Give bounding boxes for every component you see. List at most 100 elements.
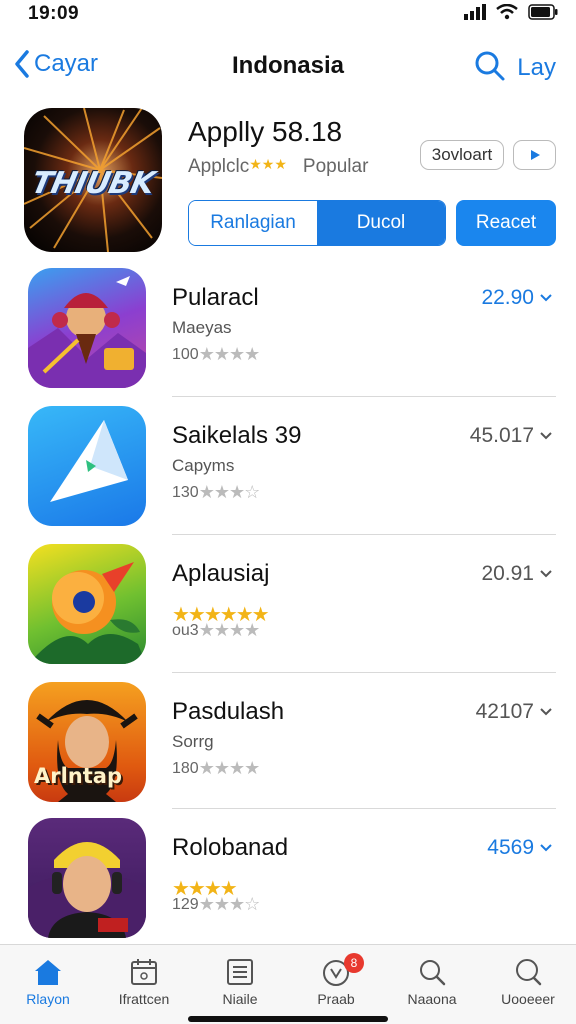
star-rating-icon: ★★★★ [198,620,261,640]
featured-subtitle-left: Applclc [188,156,250,177]
hero-fire-icon [28,268,146,388]
search-icon [516,959,542,986]
featured-icon-text: THIUBK [28,166,157,201]
rating-count: 130 [172,483,199,501]
app-rating: 129 ★★★☆ [172,894,261,915]
paper-plane-icon [28,406,146,526]
app-name: Pasdulash [172,698,285,725]
app-category: Maeyas [172,318,232,337]
list-item[interactable]: Saikelals 39 Capyms 130 ★★★☆ 45.017 [0,406,576,536]
tab-search[interactable]: Naaona [384,945,480,1024]
orange-bird-icon [28,544,146,664]
chevron-down-icon [540,432,552,440]
app-name: Aplausiaj [172,560,270,587]
chevron-down-icon [540,708,552,716]
chevron-down-icon [540,844,552,852]
tab-bar: Rlayon Ifrattcen Niaile 8 Praab Naaona U… [0,944,576,1024]
list-icon [227,959,253,985]
nav-right-button[interactable]: Lay [517,54,556,82]
star-rating-icon: ★★★☆ [198,894,261,914]
divider [172,534,556,535]
tab-label: Ifrattcen [118,991,170,1007]
tab-label: Niaile [222,991,258,1007]
star-rating-icon: ★★★★ [198,344,261,364]
pirate-hero-icon: Arlntap [28,682,146,802]
battery-icon [528,4,558,20]
app-price[interactable]: 42107 [476,700,552,724]
status-time: 19:09 [28,3,80,24]
play-icon [530,150,540,160]
react-button[interactable]: Reacet [456,200,556,246]
calendar-icon [131,959,157,985]
rating-count: 129 [172,895,199,913]
divider [172,396,556,397]
status-bar: 19:09 [0,0,576,30]
app-price[interactable]: 22.90 [481,286,552,310]
tab-home[interactable]: Rlayon [0,945,96,1024]
featured-title: Applly 58.18 [188,116,343,147]
list-item[interactable]: Pularacl Maeyas 100 ★★★★ 22.90 [0,268,576,398]
app-category: Capyms [172,456,235,475]
search-icon [420,960,446,986]
tab-label: Uooeeer [501,991,555,1007]
chevron-down-icon [540,294,552,302]
chevron-down-icon [540,570,552,578]
signal-icon [464,4,486,20]
divider [172,808,556,809]
wifi-icon [496,4,518,20]
app-category: Sorrg [172,732,214,751]
notification-badge: 8 [344,953,364,973]
price-value: 22.90 [481,286,534,309]
home-indicator [188,1016,388,1022]
app-rating: 100 ★★★★ [172,344,261,365]
star-rating-icon: ★★★ [249,156,287,172]
segmented-control: Ranlagian Ducol [188,200,446,246]
divider [172,672,556,673]
tab-notifications[interactable]: 8 Praab [288,945,384,1024]
rating-count: 100 [172,345,199,363]
app-price[interactable]: 20.91 [481,562,552,586]
tab-label: Naaona [407,991,457,1007]
app-rating: ou3 ★★★★ [172,620,261,641]
back-button[interactable]: Cayar [14,50,98,78]
app-price[interactable]: 45.017 [470,424,552,448]
search-button[interactable] [474,50,506,87]
chevron-left-icon [15,50,29,78]
list-item[interactable]: Rolobanad ★★★★ 129 ★★★☆ 4569 [0,818,576,948]
featured-app: THIUBK Applly 58.18 Applclc ★★★ Popular … [0,104,576,254]
tab-label: Praab [317,991,355,1007]
list-item[interactable]: Aplausiaj ★★★★★★ ou3 ★★★★ 20.91 [0,544,576,674]
app-price[interactable]: 4569 [487,836,552,860]
home-icon [35,960,61,985]
price-value: 42107 [475,700,534,723]
app-name: Rolobanad [172,834,289,861]
search-icon [475,51,505,81]
app-name: Pularacl [172,284,259,311]
featured-subtitle: Applclc ★★★ Popular [188,156,368,178]
rating-count: ou3 [172,621,199,639]
featured-app-icon[interactable]: THIUBK [24,108,162,252]
tab-list[interactable]: Niaile [192,945,288,1024]
nav-bar: Cayar Indonasia Lay [0,42,576,92]
star-rating-icon: ★★★☆ [198,482,261,502]
star-rating-icon: ★★★★ [198,758,261,778]
price-value: 20.91 [481,562,534,585]
price-value: 45.017 [469,424,534,447]
segment-ducol[interactable]: Ducol [317,201,445,245]
app-rating: 130 ★★★☆ [172,482,261,503]
status-icons [464,4,558,20]
headset-boy-icon [28,818,146,938]
tab-label: Rlayon [26,991,70,1007]
tab-calendar[interactable]: Ifrattcen [96,945,192,1024]
price-value: 4569 [487,836,534,859]
app-name: Saikelals 39 [172,422,302,449]
play-chip[interactable] [513,140,556,170]
tab-more[interactable]: Uooeeer [480,945,576,1024]
featured-chip[interactable]: 3ovloart [420,140,504,170]
featured-subtitle-right: Popular [302,156,369,177]
rating-count: 180 [172,759,199,777]
segment-ranking[interactable]: Ranlagian [189,201,317,245]
back-label: Cayar [34,50,99,77]
list-item[interactable]: Arlntap Pasdulash Sorrg 180 ★★★★ 42107 [0,682,576,812]
app-rating: 180 ★★★★ [172,758,261,779]
